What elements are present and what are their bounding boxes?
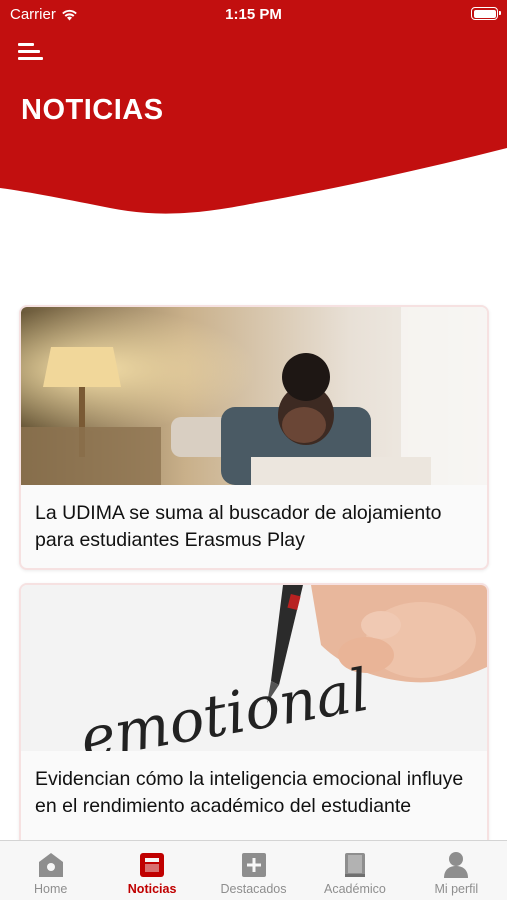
home-icon	[38, 853, 63, 877]
news-card[interactable]: La UDIMA se suma al buscador de alojamie…	[19, 305, 489, 570]
tab-academico[interactable]: Académico	[304, 841, 405, 900]
news-title: Evidencian cómo la inteligencia emociona…	[35, 768, 464, 817]
plus-icon	[241, 853, 266, 877]
tab-noticias[interactable]: Noticias	[101, 841, 202, 900]
news-card[interactable]: emotional Evidencian cómo la inteligenci…	[19, 583, 489, 853]
page-title: NOTICIAS	[21, 94, 164, 126]
news-title: La UDIMA se suma al buscador de alojamie…	[35, 502, 442, 551]
tab-mi-perfil[interactable]: Mi perfil	[406, 841, 507, 900]
clock: 1:15 PM	[225, 6, 282, 23]
tab-destacados[interactable]: Destacados	[203, 841, 304, 900]
tab-label: Académico	[324, 882, 386, 896]
tab-label: Mi perfil	[434, 882, 479, 896]
news-image-student	[21, 307, 487, 485]
tab-bar: Home Noticias Destacados Académico Mi pe…	[0, 840, 507, 900]
status-bar: Carrier 1:15 PM	[0, 0, 507, 30]
battery-icon	[471, 7, 501, 20]
menu-icon[interactable]	[18, 40, 46, 64]
tab-label: Destacados	[220, 882, 287, 896]
tab-home[interactable]: Home	[0, 841, 101, 900]
tab-label: Home	[34, 882, 68, 896]
news-image-emotional: emotional	[21, 585, 487, 751]
tab-label: Noticias	[127, 882, 177, 896]
news-icon	[140, 853, 165, 877]
user-icon	[444, 852, 469, 878]
book-icon	[344, 853, 365, 877]
